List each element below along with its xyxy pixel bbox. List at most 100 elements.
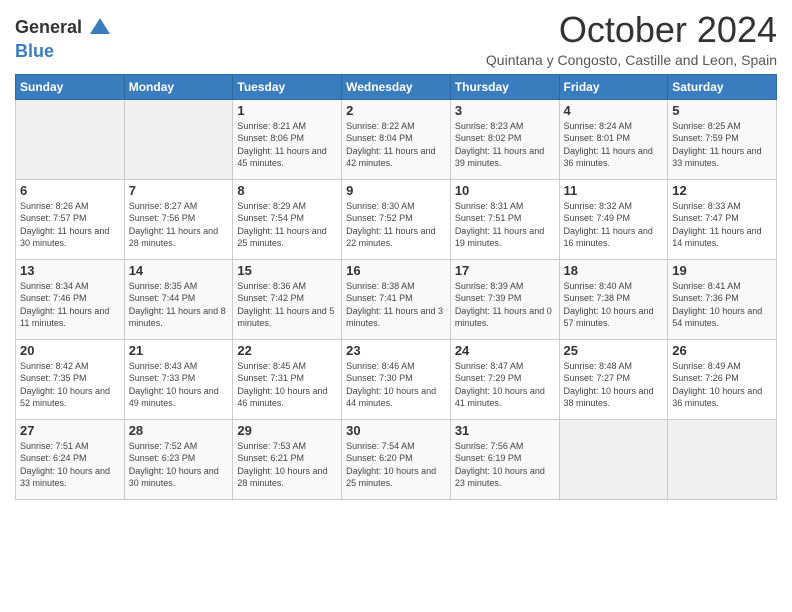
day-info: Sunrise: 8:36 AM Sunset: 7:42 PM Dayligh…	[237, 280, 337, 330]
day-info: Sunrise: 8:42 AM Sunset: 7:35 PM Dayligh…	[20, 360, 120, 410]
day-number: 3	[455, 103, 555, 118]
day-number: 22	[237, 343, 337, 358]
day-info: Sunrise: 8:27 AM Sunset: 7:56 PM Dayligh…	[129, 200, 229, 250]
day-cell: 26Sunrise: 8:49 AM Sunset: 7:26 PM Dayli…	[668, 339, 777, 419]
logo: General Blue	[15, 14, 114, 62]
day-number: 11	[564, 183, 664, 198]
day-number: 5	[672, 103, 772, 118]
day-info: Sunrise: 8:31 AM Sunset: 7:51 PM Dayligh…	[455, 200, 555, 250]
day-number: 15	[237, 263, 337, 278]
day-info: Sunrise: 8:43 AM Sunset: 7:33 PM Dayligh…	[129, 360, 229, 410]
day-info: Sunrise: 8:30 AM Sunset: 7:52 PM Dayligh…	[346, 200, 446, 250]
day-info: Sunrise: 8:45 AM Sunset: 7:31 PM Dayligh…	[237, 360, 337, 410]
col-friday: Friday	[559, 74, 668, 99]
day-info: Sunrise: 7:56 AM Sunset: 6:19 PM Dayligh…	[455, 440, 555, 490]
day-cell	[559, 419, 668, 499]
day-info: Sunrise: 8:29 AM Sunset: 7:54 PM Dayligh…	[237, 200, 337, 250]
day-cell: 18Sunrise: 8:40 AM Sunset: 7:38 PM Dayli…	[559, 259, 668, 339]
day-cell: 29 Sunrise: 7:53 AM Sunset: 6:21 PM Dayli…	[233, 419, 342, 499]
day-cell: 17 Sunrise: 8:39 AM Sunset: 7:39 PM Dayli…	[450, 259, 559, 339]
day-info: Sunrise: 8:46 AM Sunset: 7:30 PM Dayligh…	[346, 360, 446, 410]
day-cell: 22 Sunrise: 8:45 AM Sunset: 7:31 PM Dayli…	[233, 339, 342, 419]
day-info: Sunrise: 8:41 AM Sunset: 7:36 PM Dayligh…	[672, 280, 772, 330]
week-row-3: 13Sunrise: 8:34 AM Sunset: 7:46 PM Dayli…	[16, 259, 777, 339]
col-tuesday: Tuesday	[233, 74, 342, 99]
day-info: Sunrise: 8:25 AM Sunset: 7:59 PM Dayligh…	[672, 120, 772, 170]
day-cell: 3 Sunrise: 8:23 AM Sunset: 8:02 PM Daylig…	[450, 99, 559, 179]
day-info: Sunrise: 8:24 AM Sunset: 8:01 PM Dayligh…	[564, 120, 664, 170]
header: General Blue October 2024 Quintana y Con…	[15, 10, 777, 68]
day-number: 19	[672, 263, 772, 278]
header-row: Sunday Monday Tuesday Wednesday Thursday…	[16, 74, 777, 99]
day-cell: 10Sunrise: 8:31 AM Sunset: 7:51 PM Dayli…	[450, 179, 559, 259]
day-info: Sunrise: 8:23 AM Sunset: 8:02 PM Dayligh…	[455, 120, 555, 170]
day-info: Sunrise: 8:34 AM Sunset: 7:46 PM Dayligh…	[20, 280, 120, 330]
day-cell: 14Sunrise: 8:35 AM Sunset: 7:44 PM Dayli…	[124, 259, 233, 339]
day-number: 14	[129, 263, 229, 278]
logo-text-blue: Blue	[15, 41, 54, 61]
day-number: 18	[564, 263, 664, 278]
col-saturday: Saturday	[668, 74, 777, 99]
day-cell: 2 Sunrise: 8:22 AM Sunset: 8:04 PM Daylig…	[342, 99, 451, 179]
day-cell: 23 Sunrise: 8:46 AM Sunset: 7:30 PM Dayli…	[342, 339, 451, 419]
calendar-page: General Blue October 2024 Quintana y Con…	[0, 0, 792, 612]
col-wednesday: Wednesday	[342, 74, 451, 99]
day-cell: 8 Sunrise: 8:29 AM Sunset: 7:54 PM Daylig…	[233, 179, 342, 259]
day-info: Sunrise: 7:53 AM Sunset: 6:21 PM Dayligh…	[237, 440, 337, 490]
day-info: Sunrise: 8:33 AM Sunset: 7:47 PM Dayligh…	[672, 200, 772, 250]
day-number: 2	[346, 103, 446, 118]
day-info: Sunrise: 7:54 AM Sunset: 6:20 PM Dayligh…	[346, 440, 446, 490]
logo-text-general: General	[15, 18, 82, 38]
week-row-4: 20 Sunrise: 8:42 AM Sunset: 7:35 PM Dayli…	[16, 339, 777, 419]
day-cell	[124, 99, 233, 179]
day-cell: 25 Sunrise: 8:48 AM Sunset: 7:27 PM Dayli…	[559, 339, 668, 419]
day-number: 25	[564, 343, 664, 358]
day-cell: 12 Sunrise: 8:33 AM Sunset: 7:47 PM Dayli…	[668, 179, 777, 259]
day-cell	[16, 99, 125, 179]
day-cell: 19 Sunrise: 8:41 AM Sunset: 7:36 PM Dayli…	[668, 259, 777, 339]
day-number: 21	[129, 343, 229, 358]
day-cell: 7Sunrise: 8:27 AM Sunset: 7:56 PM Daylig…	[124, 179, 233, 259]
day-number: 17	[455, 263, 555, 278]
day-cell: 6 Sunrise: 8:26 AM Sunset: 7:57 PM Daylig…	[16, 179, 125, 259]
day-number: 20	[20, 343, 120, 358]
day-cell: 1 Sunrise: 8:21 AM Sunset: 8:06 PM Daylig…	[233, 99, 342, 179]
day-number: 30	[346, 423, 446, 438]
day-cell: 5 Sunrise: 8:25 AM Sunset: 7:59 PM Daylig…	[668, 99, 777, 179]
day-cell: 31 Sunrise: 7:56 AM Sunset: 6:19 PM Dayli…	[450, 419, 559, 499]
day-number: 8	[237, 183, 337, 198]
calendar-table: Sunday Monday Tuesday Wednesday Thursday…	[15, 74, 777, 500]
col-monday: Monday	[124, 74, 233, 99]
day-info: Sunrise: 8:26 AM Sunset: 7:57 PM Dayligh…	[20, 200, 120, 250]
week-row-1: 1 Sunrise: 8:21 AM Sunset: 8:06 PM Daylig…	[16, 99, 777, 179]
day-number: 23	[346, 343, 446, 358]
day-info: Sunrise: 8:47 AM Sunset: 7:29 PM Dayligh…	[455, 360, 555, 410]
week-row-5: 27Sunrise: 7:51 AM Sunset: 6:24 PM Dayli…	[16, 419, 777, 499]
day-cell: 28Sunrise: 7:52 AM Sunset: 6:23 PM Dayli…	[124, 419, 233, 499]
day-number: 4	[564, 103, 664, 118]
day-number: 9	[346, 183, 446, 198]
day-cell: 9 Sunrise: 8:30 AM Sunset: 7:52 PM Daylig…	[342, 179, 451, 259]
day-cell: 20 Sunrise: 8:42 AM Sunset: 7:35 PM Dayli…	[16, 339, 125, 419]
day-number: 31	[455, 423, 555, 438]
day-info: Sunrise: 8:48 AM Sunset: 7:27 PM Dayligh…	[564, 360, 664, 410]
day-cell: 27Sunrise: 7:51 AM Sunset: 6:24 PM Dayli…	[16, 419, 125, 499]
day-info: Sunrise: 8:22 AM Sunset: 8:04 PM Dayligh…	[346, 120, 446, 170]
day-info: Sunrise: 8:38 AM Sunset: 7:41 PM Dayligh…	[346, 280, 446, 330]
day-number: 29	[237, 423, 337, 438]
day-cell	[668, 419, 777, 499]
day-cell: 16 Sunrise: 8:38 AM Sunset: 7:41 PM Dayli…	[342, 259, 451, 339]
day-info: Sunrise: 8:39 AM Sunset: 7:39 PM Dayligh…	[455, 280, 555, 330]
day-cell: 13Sunrise: 8:34 AM Sunset: 7:46 PM Dayli…	[16, 259, 125, 339]
day-number: 6	[20, 183, 120, 198]
col-thursday: Thursday	[450, 74, 559, 99]
day-cell: 24Sunrise: 8:47 AM Sunset: 7:29 PM Dayli…	[450, 339, 559, 419]
day-number: 28	[129, 423, 229, 438]
day-number: 16	[346, 263, 446, 278]
day-cell: 30 Sunrise: 7:54 AM Sunset: 6:20 PM Dayli…	[342, 419, 451, 499]
day-number: 1	[237, 103, 337, 118]
calendar-subtitle: Quintana y Congosto, Castille and Leon, …	[486, 52, 777, 68]
day-number: 12	[672, 183, 772, 198]
day-cell: 4 Sunrise: 8:24 AM Sunset: 8:01 PM Daylig…	[559, 99, 668, 179]
day-info: Sunrise: 8:21 AM Sunset: 8:06 PM Dayligh…	[237, 120, 337, 170]
